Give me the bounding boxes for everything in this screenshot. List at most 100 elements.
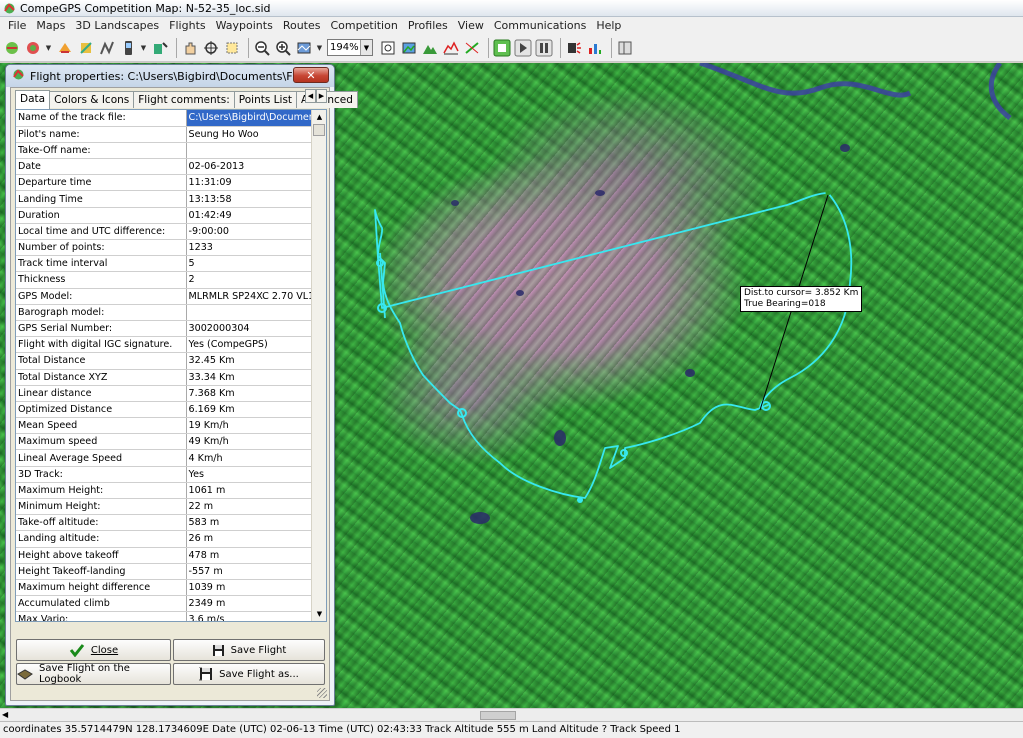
menu-competition[interactable]: Competition bbox=[326, 17, 403, 34]
stats-icon[interactable] bbox=[586, 39, 604, 57]
property-row[interactable]: Landing Time 13:13:58 bbox=[16, 190, 312, 208]
device-icon[interactable] bbox=[119, 39, 137, 57]
open-map-icon[interactable] bbox=[3, 39, 21, 57]
property-value[interactable] bbox=[186, 142, 312, 160]
tab-data[interactable]: Data bbox=[15, 90, 51, 109]
menu-routes[interactable]: Routes bbox=[278, 17, 326, 34]
property-row[interactable]: Duration 01:42:49 bbox=[16, 207, 312, 224]
3d-landscape-icon[interactable] bbox=[421, 39, 439, 57]
save-logbook-button[interactable]: Save Flight on the Logbook bbox=[16, 663, 171, 685]
property-value[interactable]: 22 m bbox=[186, 498, 312, 516]
property-row[interactable]: Thickness 2 bbox=[16, 271, 312, 289]
property-value[interactable]: 33.34 Km bbox=[186, 369, 312, 386]
hand-pan-icon[interactable] bbox=[181, 39, 199, 57]
menu-maps[interactable]: Maps bbox=[31, 17, 70, 34]
zoom-fit-icon[interactable] bbox=[379, 39, 397, 57]
property-value[interactable]: 583 m bbox=[186, 514, 312, 532]
property-row[interactable]: Name of the track file: C:\Users\Bigbird\… bbox=[16, 110, 312, 127]
zoom-dropdown-icon[interactable]: ▼ bbox=[360, 40, 372, 55]
property-row[interactable]: Linear distance 7.368 Km bbox=[16, 385, 312, 402]
grid-scrollbar[interactable]: ▲ ▼ bbox=[311, 110, 326, 621]
property-row[interactable]: Total Distance 32.45 Km bbox=[16, 352, 312, 370]
property-row[interactable]: Take-off altitude: 583 m bbox=[16, 514, 312, 532]
scroll-down-icon[interactable]: ▼ bbox=[313, 608, 326, 620]
menu-profiles[interactable]: Profiles bbox=[403, 17, 453, 34]
altitude-profile-icon[interactable] bbox=[442, 39, 460, 57]
property-value[interactable]: 3.6 m/s bbox=[186, 611, 312, 621]
property-value[interactable]: 26 m bbox=[186, 530, 312, 548]
tab-colors-icons[interactable]: Colors & Icons bbox=[49, 91, 135, 108]
property-value[interactable]: 4 Km/h bbox=[186, 449, 312, 467]
property-value[interactable]: 01:42:49 bbox=[186, 207, 312, 224]
property-row[interactable]: Optimized Distance 6.169 Km bbox=[16, 401, 312, 419]
property-value[interactable]: -9:00:00 bbox=[186, 223, 312, 241]
locate-icon[interactable] bbox=[202, 39, 220, 57]
property-row[interactable]: Landing altitude: 26 m bbox=[16, 530, 312, 548]
tab-points-list[interactable]: Points List bbox=[233, 91, 298, 108]
property-row[interactable]: Maximum Height: 1061 m bbox=[16, 482, 312, 500]
speak-icon[interactable] bbox=[565, 39, 583, 57]
zoom-in-icon[interactable] bbox=[274, 39, 292, 57]
menu-flights[interactable]: Flights bbox=[164, 17, 210, 34]
property-value[interactable]: 5 bbox=[186, 255, 312, 273]
property-row[interactable]: Max Vario: 3.6 m/s bbox=[16, 611, 312, 621]
property-value[interactable] bbox=[186, 304, 312, 321]
property-value[interactable]: 6.169 Km bbox=[186, 401, 312, 419]
property-value[interactable]: 02-06-2013 bbox=[186, 158, 312, 176]
dialog-titlebar[interactable]: Flight properties: C:\Users\Bigbird\Docu… bbox=[6, 65, 334, 87]
resize-grip[interactable] bbox=[317, 688, 327, 698]
tab-flight-comments[interactable]: Flight comments: bbox=[133, 91, 235, 108]
map-layers-icon[interactable] bbox=[295, 39, 313, 57]
scroll-up-icon[interactable]: ▲ bbox=[313, 111, 326, 123]
property-row[interactable]: Minimum Height: 22 m bbox=[16, 498, 312, 516]
menu-waypoints[interactable]: Waypoints bbox=[211, 17, 278, 34]
property-value[interactable]: 1039 m bbox=[186, 579, 312, 597]
property-value[interactable]: 49 Km/h bbox=[186, 433, 312, 451]
property-row[interactable]: Lineal Average Speed 4 Km/h bbox=[16, 449, 312, 467]
property-value[interactable]: 13:13:58 bbox=[186, 190, 312, 208]
menu-3d-landscapes[interactable]: 3D Landscapes bbox=[70, 17, 164, 34]
route-icon[interactable] bbox=[98, 39, 116, 57]
property-row[interactable]: 3D Track: Yes bbox=[16, 466, 312, 483]
panel-toggle-icon[interactable] bbox=[616, 39, 634, 57]
track-analysis-icon[interactable] bbox=[463, 39, 481, 57]
property-row[interactable]: Local time and UTC difference: -9:00:00 bbox=[16, 223, 312, 241]
select-area-icon[interactable] bbox=[223, 39, 241, 57]
play-icon[interactable] bbox=[514, 39, 532, 57]
menu-communications[interactable]: Communications bbox=[489, 17, 591, 34]
scroll-thumb[interactable] bbox=[313, 124, 325, 136]
menu-file[interactable]: File bbox=[3, 17, 31, 34]
menu-help[interactable]: Help bbox=[591, 17, 626, 34]
property-row[interactable]: Maximum height difference 1039 m bbox=[16, 579, 312, 597]
property-row[interactable]: Date 02-06-2013 bbox=[16, 158, 312, 176]
property-value[interactable]: 7.368 Km bbox=[186, 385, 312, 402]
property-row[interactable]: Departure time 11:31:09 bbox=[16, 174, 312, 192]
property-value[interactable]: 2 bbox=[186, 271, 312, 289]
property-value[interactable]: 32.45 Km bbox=[186, 352, 312, 370]
property-row[interactable]: Track time interval 5 bbox=[16, 255, 312, 273]
property-value[interactable]: Yes (CompeGPS) bbox=[186, 336, 312, 354]
property-value[interactable]: Seung Ho Woo bbox=[186, 126, 312, 143]
property-row[interactable]: GPS Model: MLRMLR SP24XC 2.70 VL1 bbox=[16, 288, 312, 305]
menu-view[interactable]: View bbox=[453, 17, 489, 34]
property-value[interactable]: C:\Users\Bigbird\Documents\ bbox=[186, 110, 312, 127]
zoom-out-icon[interactable] bbox=[253, 39, 271, 57]
property-value[interactable]: 478 m bbox=[186, 547, 312, 564]
zoom-level-select[interactable]: 194% ▼ bbox=[327, 39, 373, 56]
property-row[interactable]: Take-Off name: bbox=[16, 142, 312, 160]
property-row[interactable]: Maximum speed 49 Km/h bbox=[16, 433, 312, 451]
property-value[interactable]: 2349 m bbox=[186, 595, 312, 613]
tab-scroll-left-icon[interactable]: ◀ bbox=[305, 89, 316, 103]
property-row[interactable]: Flight with digital IGC signature. Yes (C… bbox=[16, 336, 312, 354]
property-row[interactable]: Pilot's name: Seung Ho Woo bbox=[16, 126, 312, 143]
tab-scroll-right-icon[interactable]: ▶ bbox=[316, 89, 327, 103]
property-value[interactable]: 3002000304 bbox=[186, 320, 312, 338]
pause-icon[interactable] bbox=[535, 39, 553, 57]
property-row[interactable]: Mean Speed 19 Km/h bbox=[16, 417, 312, 435]
property-value[interactable]: 19 Km/h bbox=[186, 417, 312, 435]
property-row[interactable]: Number of points: 1233 bbox=[16, 239, 312, 257]
property-value[interactable]: 1233 bbox=[186, 239, 312, 257]
map-layers-dropdown-icon[interactable]: ▼ bbox=[316, 39, 323, 57]
property-row[interactable]: Total Distance XYZ 33.34 Km bbox=[16, 369, 312, 386]
property-value[interactable]: 1061 m bbox=[186, 482, 312, 500]
